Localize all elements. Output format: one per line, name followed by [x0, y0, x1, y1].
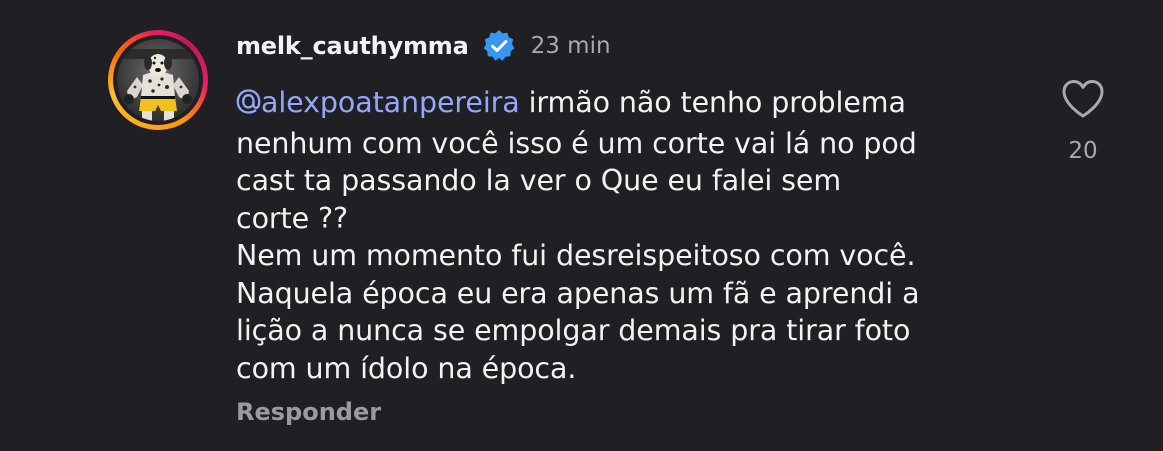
heart-outline-icon — [1062, 80, 1104, 118]
reply-button[interactable]: Responder — [236, 398, 381, 426]
like-count: 20 — [1068, 138, 1098, 164]
comment-line: lição a nunca se empolgar demais pra tir… — [236, 314, 911, 347]
threads-at-icon — [236, 87, 261, 125]
comment-line: com um ídolo na época. — [236, 351, 577, 385]
username-link[interactable]: melk_cauthymma — [236, 32, 469, 60]
comment-text: alexpoatanpereira irmão não tenho proble… — [236, 84, 1026, 387]
comment-line: nenhum com você isso é um corte vai lá n… — [236, 126, 917, 160]
comment-line: Nem um momento fui desreispeitoso com vo… — [236, 239, 916, 272]
comment-line: alexpoatanpereira irmão não tenho proble… — [236, 84, 1026, 125]
verified-badge-icon — [481, 28, 517, 64]
comment-line: corte ?? — [236, 201, 349, 235]
comment-line-text: irmão não tenho problema — [528, 86, 906, 119]
comment-line: cast ta passando la ver o Que eu falei s… — [236, 164, 842, 197]
avatar-ring-gap — [113, 35, 203, 125]
avatar-image — [117, 49, 199, 121]
mention-username: alexpoatanpereira — [261, 86, 520, 119]
like-button[interactable] — [1058, 74, 1108, 124]
avatar-story-ring[interactable] — [108, 30, 208, 130]
avatar[interactable] — [117, 39, 199, 121]
comment: melk_cauthymma 23 min alexpoatanpereira … — [0, 0, 1163, 451]
comment-header: melk_cauthymma 23 min — [236, 26, 611, 66]
mention-link[interactable]: alexpoatanpereira — [236, 86, 520, 119]
comment-timestamp: 23 min — [530, 33, 611, 59]
comment-line: Naquela época eu era apenas um fã e apre… — [236, 276, 920, 310]
